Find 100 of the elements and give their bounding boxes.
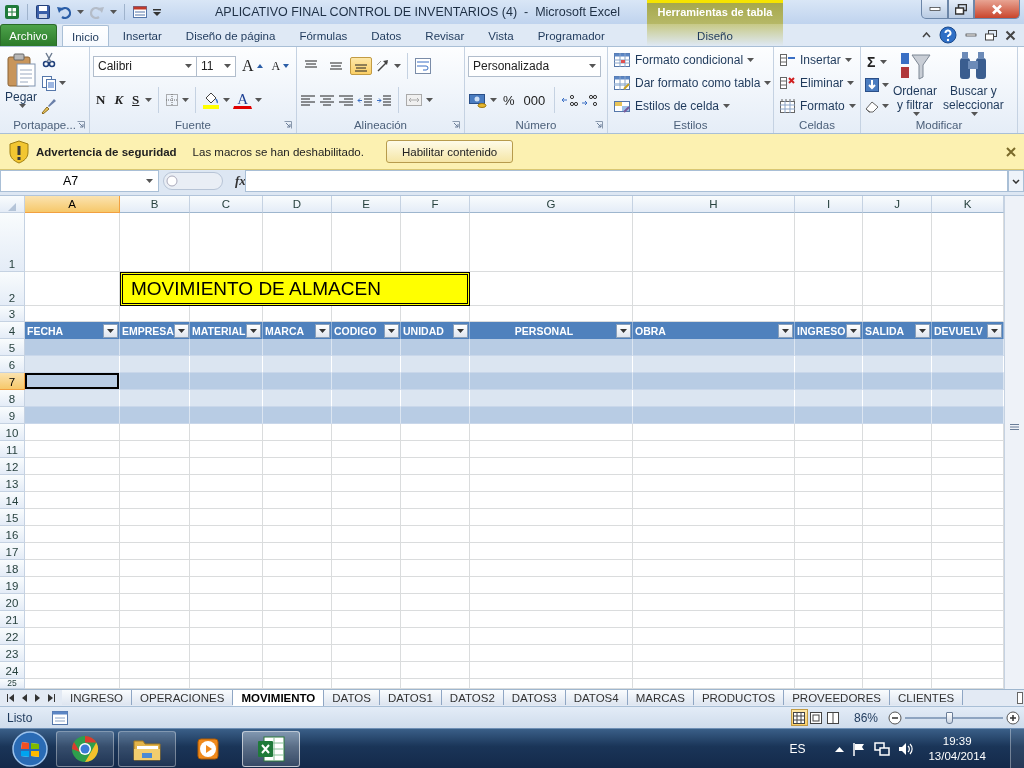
- ribbon-tab[interactable]: Insertar: [112, 25, 172, 46]
- row-header[interactable]: 14: [0, 492, 25, 509]
- sheet-tab[interactable]: DATOS2: [441, 690, 504, 705]
- clock-time[interactable]: 19:39: [942, 733, 972, 749]
- ribbon-tab[interactable]: Fórmulas: [289, 25, 358, 46]
- column-header[interactable]: D: [263, 196, 332, 213]
- sheet-tab[interactable]: MOVIMIENTO: [233, 690, 325, 706]
- header-label: OBRA: [635, 324, 666, 337]
- header-label: INGRESO: [797, 324, 846, 337]
- number-format-dropdown[interactable]: Personalizada: [468, 55, 601, 77]
- row-header[interactable]: 16: [0, 526, 25, 543]
- row-header[interactable]: 17: [0, 543, 25, 560]
- format-as-table-button[interactable]: Dar formato como tabla: [611, 72, 774, 94]
- sheet-tab[interactable]: PRODUCTOS: [693, 690, 785, 705]
- sheet-tab[interactable]: DATOS1: [379, 690, 442, 705]
- row-header[interactable]: 9: [0, 407, 25, 424]
- column-header[interactable]: K: [932, 196, 1004, 213]
- row-header[interactable]: 2: [0, 272, 25, 306]
- group-label: Portapape...: [13, 118, 76, 131]
- percent-button[interactable]: %: [500, 90, 518, 110]
- paste-button[interactable]: Pegar: [3, 50, 40, 116]
- group-label: Alineación: [353, 118, 408, 131]
- row-header[interactable]: 4: [0, 322, 25, 339]
- sheet-tab[interactable]: MARCAS: [627, 690, 694, 705]
- header-label: MARCA: [265, 324, 305, 337]
- column-header[interactable]: B: [120, 196, 190, 213]
- find-select-button[interactable]: Buscar y seleccionar: [941, 50, 1006, 116]
- delete-button[interactable]: Eliminar: [777, 72, 858, 94]
- language-indicator[interactable]: ES: [789, 741, 806, 756]
- group-label: Modificar: [915, 118, 963, 131]
- sheet-tab[interactable]: DATOS3: [503, 690, 566, 705]
- sheet-tab[interactable]: DATOS: [324, 690, 380, 705]
- header-label: DEVUELV: [934, 324, 983, 337]
- column-header[interactable]: F: [401, 196, 470, 213]
- column-header[interactable]: C: [190, 196, 263, 213]
- row-header[interactable]: 21: [0, 611, 25, 628]
- header-label: UNIDAD: [403, 324, 444, 337]
- header-label: FECHA: [27, 324, 64, 337]
- group-label: Número: [515, 118, 557, 131]
- ribbon-tab[interactable]: Vista: [478, 25, 524, 46]
- row-header[interactable]: 15: [0, 509, 25, 526]
- ribbon-tab[interactable]: Programador: [527, 25, 615, 46]
- row-header[interactable]: 10: [0, 424, 25, 441]
- clock-date[interactable]: 13/04/2014: [928, 748, 986, 764]
- row-header[interactable]: 13: [0, 475, 25, 492]
- sheet-tab[interactable]: CLIENTES: [890, 690, 964, 705]
- row-header[interactable]: 1: [0, 213, 25, 272]
- shrink-font-button[interactable]: A: [268, 56, 293, 76]
- column-header[interactable]: H: [633, 196, 795, 213]
- sheet-tab[interactable]: PROVEEDORES: [784, 690, 890, 705]
- row-header[interactable]: 3: [0, 306, 25, 322]
- italic-button[interactable]: K: [111, 90, 127, 110]
- row-header[interactable]: 6: [0, 356, 25, 373]
- row-header[interactable]: 22: [0, 628, 25, 645]
- row-header[interactable]: 12: [0, 458, 25, 475]
- header-label: SALIDA: [865, 324, 905, 337]
- ribbon-tab[interactable]: Diseño de página: [175, 25, 286, 46]
- status-text: Listo: [7, 710, 33, 725]
- row-header[interactable]: 11: [0, 441, 25, 458]
- font-name-dropdown[interactable]: Calibri: [93, 55, 197, 77]
- sheet-tab[interactable]: OPERACIONES: [132, 690, 234, 705]
- font-size-dropdown[interactable]: 11: [196, 55, 236, 77]
- row-header[interactable]: 18: [0, 560, 25, 577]
- file-tab[interactable]: Archivo: [0, 24, 57, 46]
- sheet-title: MOVIMIENTO DE ALMACEN: [120, 272, 470, 306]
- row-header[interactable]: 20: [0, 594, 25, 611]
- conditional-format-button[interactable]: Formato condicional: [611, 50, 774, 71]
- cell-styles-button[interactable]: Estilos de celda: [611, 95, 774, 116]
- autosum-button[interactable]: Σ: [864, 51, 879, 72]
- font-color-button[interactable]: A: [233, 91, 253, 109]
- enable-content-button[interactable]: Habilitar contenido: [385, 140, 514, 163]
- format-button[interactable]: Formato: [777, 95, 858, 116]
- ribbon-tab[interactable]: Inicio: [62, 25, 109, 46]
- row-header[interactable]: 5: [0, 339, 25, 356]
- column-header[interactable]: G: [470, 196, 633, 213]
- tab-group-header: Herramientas de tabla: [647, 0, 783, 24]
- ribbon-tab[interactable]: Revisar: [415, 25, 475, 46]
- insert-function-button[interactable]: fx: [235, 173, 246, 189]
- row-header[interactable]: 7: [0, 373, 25, 390]
- column-header[interactable]: E: [332, 196, 401, 213]
- column-header[interactable]: J: [863, 196, 932, 213]
- column-header[interactable]: A: [25, 196, 120, 213]
- sort-filter-button[interactable]: Ordenar y filtrar: [891, 50, 940, 116]
- row-header[interactable]: 19: [0, 577, 25, 594]
- sheet-tab[interactable]: INGRESO: [62, 690, 133, 705]
- insert-button[interactable]: Insertar: [777, 50, 858, 71]
- name-box[interactable]: A7: [0, 170, 159, 192]
- row-header[interactable]: 8: [0, 390, 25, 407]
- bold-button[interactable]: N: [93, 90, 109, 110]
- thousands-button[interactable]: 000: [520, 90, 549, 110]
- grow-font-button[interactable]: A: [239, 55, 266, 77]
- header-label: PERSONAL: [513, 324, 575, 337]
- sheet-tab[interactable]: DATOS4: [565, 690, 628, 705]
- group-label: Estilos: [673, 118, 708, 131]
- column-header[interactable]: I: [795, 196, 863, 213]
- underline-button[interactable]: S: [129, 90, 143, 110]
- row-header[interactable]: 24: [0, 662, 25, 679]
- zoom-level: 86%: [853, 710, 878, 725]
- row-header[interactable]: 23: [0, 645, 25, 662]
- ribbon-tab[interactable]: Datos: [361, 25, 412, 46]
